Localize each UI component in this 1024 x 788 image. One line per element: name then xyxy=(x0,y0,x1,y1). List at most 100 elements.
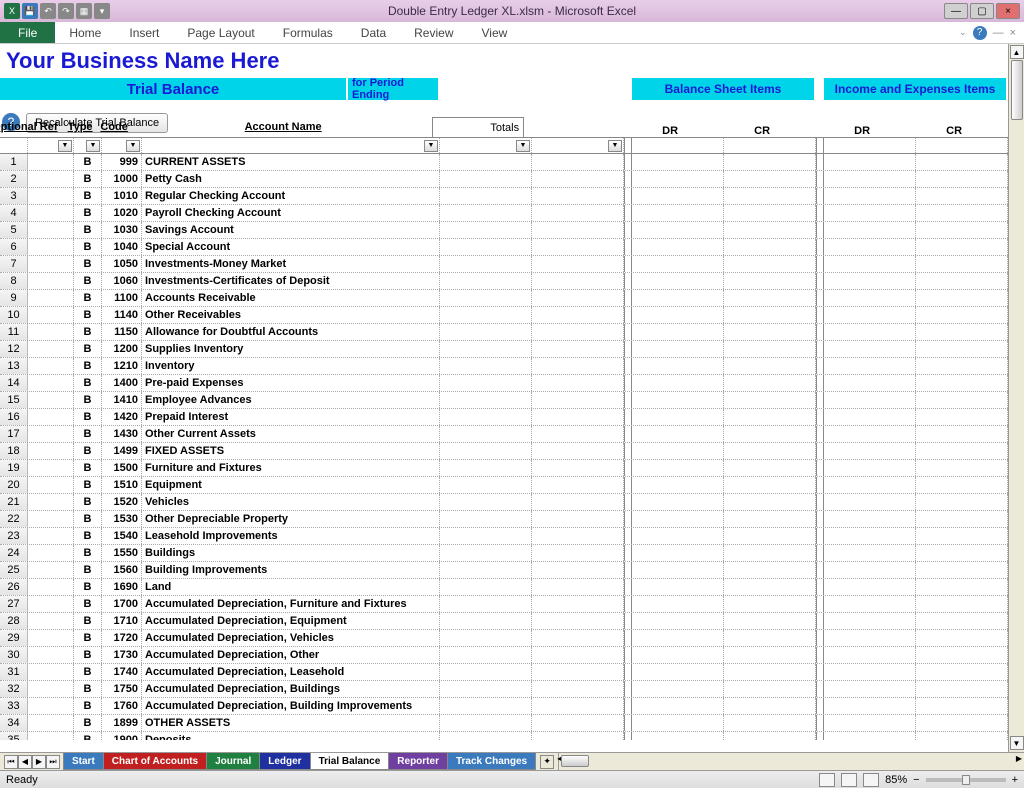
cell-bs-cr[interactable] xyxy=(724,613,816,629)
cell-code[interactable]: 1100 xyxy=(102,290,142,306)
cell-code[interactable]: 1000 xyxy=(102,171,142,187)
new-sheet-icon[interactable]: ✦ xyxy=(540,755,554,769)
excel-icon[interactable]: X xyxy=(4,3,20,19)
scroll-down-icon[interactable]: ▼ xyxy=(1010,736,1024,750)
cell-bs-dr[interactable] xyxy=(632,732,724,740)
cell-cr[interactable] xyxy=(532,715,624,731)
cell-account-name[interactable]: FIXED ASSETS xyxy=(142,443,440,459)
cell-bs-dr[interactable] xyxy=(632,562,724,578)
cell-code[interactable]: 1430 xyxy=(102,426,142,442)
cell-type[interactable]: B xyxy=(74,222,102,238)
cell-ie-dr[interactable] xyxy=(824,426,916,442)
row-header[interactable]: 31 xyxy=(0,664,28,680)
cell-account-name[interactable]: CURRENT ASSETS xyxy=(142,154,440,170)
table-row[interactable]: 29B1720Accumulated Depreciation, Vehicle… xyxy=(0,630,1024,647)
cell-type[interactable]: B xyxy=(74,205,102,221)
cell-bs-cr[interactable] xyxy=(724,630,816,646)
cell-bs-cr[interactable] xyxy=(724,222,816,238)
cell-dr[interactable] xyxy=(440,375,532,391)
cell-bs-dr[interactable] xyxy=(632,290,724,306)
cell-dr[interactable] xyxy=(440,324,532,340)
table-row[interactable]: 1B999CURRENT ASSETS xyxy=(0,154,1024,171)
cell-code[interactable]: 1500 xyxy=(102,460,142,476)
cell-cr[interactable] xyxy=(532,358,624,374)
cell-code[interactable]: 1140 xyxy=(102,307,142,323)
table-row[interactable]: 5B1030Savings Account xyxy=(0,222,1024,239)
cell-ie-cr[interactable] xyxy=(916,239,1008,255)
cell-bs-cr[interactable] xyxy=(724,409,816,425)
cell-cr[interactable] xyxy=(532,511,624,527)
cell-code[interactable]: 1050 xyxy=(102,256,142,272)
cell-ref[interactable] xyxy=(28,681,74,697)
cell-ref[interactable] xyxy=(28,273,74,289)
cell-ie-cr[interactable] xyxy=(916,324,1008,340)
cell-type[interactable]: B xyxy=(74,613,102,629)
cell-ie-dr[interactable] xyxy=(824,477,916,493)
cell-ie-cr[interactable] xyxy=(916,256,1008,272)
cell-code[interactable]: 1210 xyxy=(102,358,142,374)
cell-code[interactable]: 1499 xyxy=(102,443,142,459)
cell-account-name[interactable]: Other Depreciable Property xyxy=(142,511,440,527)
cell-bs-dr[interactable] xyxy=(632,392,724,408)
cell-account-name[interactable]: Accumulated Depreciation, Building Impro… xyxy=(142,698,440,714)
table-row[interactable]: 22B1530Other Depreciable Property xyxy=(0,511,1024,528)
cell-bs-cr[interactable] xyxy=(724,579,816,595)
cell-account-name[interactable]: Investments-Certificates of Deposit xyxy=(142,273,440,289)
cell-ref[interactable] xyxy=(28,732,74,740)
cell-account-name[interactable]: Savings Account xyxy=(142,222,440,238)
cell-type[interactable]: B xyxy=(74,324,102,340)
sheet-nav-first[interactable]: ⏮ xyxy=(4,755,18,769)
cell-ref[interactable] xyxy=(28,545,74,561)
cell-bs-dr[interactable] xyxy=(632,477,724,493)
cell-code[interactable]: 1420 xyxy=(102,409,142,425)
cell-code[interactable]: 1710 xyxy=(102,613,142,629)
cell-cr[interactable] xyxy=(532,426,624,442)
table-row[interactable]: 16B1420Prepaid Interest xyxy=(0,409,1024,426)
horizontal-scrollbar[interactable]: ◀ ▶ xyxy=(558,753,1024,770)
cell-ie-dr[interactable] xyxy=(824,732,916,740)
cell-bs-cr[interactable] xyxy=(724,273,816,289)
cell-ie-cr[interactable] xyxy=(916,647,1008,663)
cell-type[interactable]: B xyxy=(74,664,102,680)
cell-code[interactable]: 1530 xyxy=(102,511,142,527)
cell-cr[interactable] xyxy=(532,630,624,646)
sheet-tab-ledger[interactable]: Ledger xyxy=(259,753,310,770)
sheet-nav-next[interactable]: ▶ xyxy=(32,755,46,769)
cell-account-name[interactable]: Accumulated Depreciation, Other xyxy=(142,647,440,663)
cell-account-name[interactable]: Petty Cash xyxy=(142,171,440,187)
cell-dr[interactable] xyxy=(440,664,532,680)
cell-ie-cr[interactable] xyxy=(916,681,1008,697)
cell-ie-cr[interactable] xyxy=(916,426,1008,442)
cell-dr[interactable] xyxy=(440,273,532,289)
cell-account-name[interactable]: Accounts Receivable xyxy=(142,290,440,306)
cell-bs-cr[interactable] xyxy=(724,681,816,697)
cell-dr[interactable] xyxy=(440,477,532,493)
cell-dr[interactable] xyxy=(440,460,532,476)
cell-ie-cr[interactable] xyxy=(916,630,1008,646)
row-header[interactable]: 3 xyxy=(0,188,28,204)
cell-ie-cr[interactable] xyxy=(916,613,1008,629)
ribbon-tab-review[interactable]: Review xyxy=(400,22,467,43)
table-row[interactable]: 27B1700Accumulated Depreciation, Furnitu… xyxy=(0,596,1024,613)
cell-ie-dr[interactable] xyxy=(824,375,916,391)
table-row[interactable]: 34B1899OTHER ASSETS xyxy=(0,715,1024,732)
cell-bs-dr[interactable] xyxy=(632,664,724,680)
sheet-tab-trial-balance[interactable]: Trial Balance xyxy=(310,753,390,770)
cell-ie-dr[interactable] xyxy=(824,494,916,510)
cell-ie-cr[interactable] xyxy=(916,545,1008,561)
cell-ie-dr[interactable] xyxy=(824,358,916,374)
cell-bs-dr[interactable] xyxy=(632,358,724,374)
cell-ref[interactable] xyxy=(28,392,74,408)
cell-type[interactable]: B xyxy=(74,290,102,306)
cell-ref[interactable] xyxy=(28,613,74,629)
table-row[interactable]: 9B1100Accounts Receivable xyxy=(0,290,1024,307)
cell-ie-dr[interactable] xyxy=(824,681,916,697)
cell-account-name[interactable]: Prepaid Interest xyxy=(142,409,440,425)
cell-ie-cr[interactable] xyxy=(916,562,1008,578)
cell-ie-dr[interactable] xyxy=(824,222,916,238)
cell-ie-cr[interactable] xyxy=(916,477,1008,493)
cell-code[interactable]: 1760 xyxy=(102,698,142,714)
cell-ie-dr[interactable] xyxy=(824,460,916,476)
cell-bs-cr[interactable] xyxy=(724,341,816,357)
close-button[interactable]: × xyxy=(996,3,1020,19)
